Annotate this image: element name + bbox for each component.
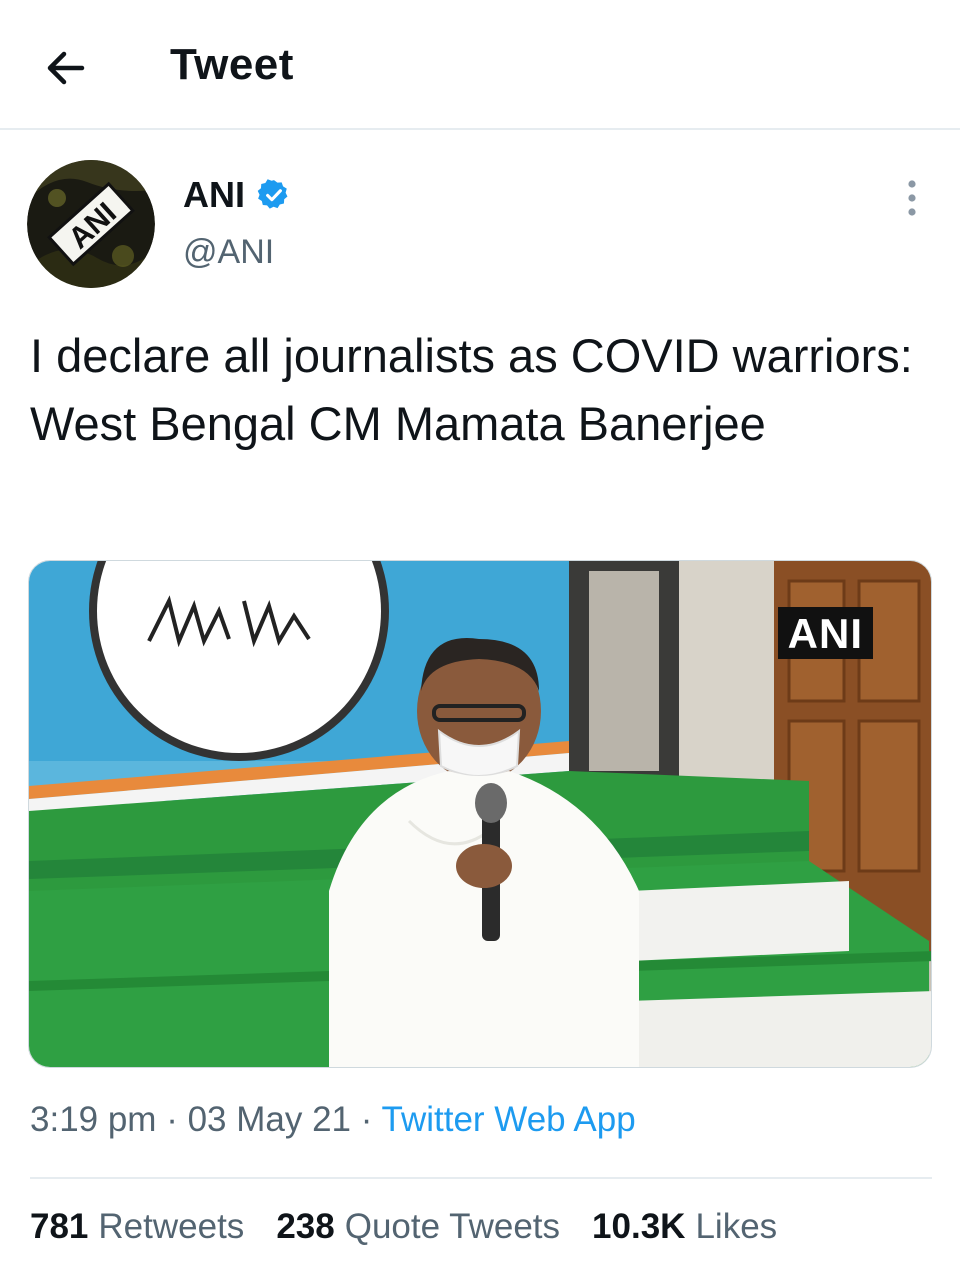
media-watermark: ANI — [777, 607, 873, 659]
more-vertical-icon — [908, 180, 916, 216]
verified-badge-icon — [257, 179, 288, 209]
tweet-text: I declare all journalists as COVID warri… — [30, 329, 913, 450]
likes-count: 10.3K — [592, 1207, 686, 1246]
avatar[interactable]: ANI — [27, 160, 155, 288]
author-handle[interactable]: @ANI — [183, 233, 274, 272]
quote-tweets-stat[interactable]: 238 Quote Tweets — [276, 1207, 560, 1247]
engagement-stats: 781 Retweets 238 Quote Tweets 10.3K Likes — [30, 1207, 809, 1247]
quote-tweets-label: Quote Tweets — [344, 1207, 561, 1246]
retweets-count: 781 — [30, 1207, 89, 1246]
likes-label: Likes — [695, 1207, 778, 1246]
back-button[interactable] — [30, 38, 100, 98]
ani-logo-image: ANI — [27, 160, 155, 288]
author-name: ANI — [183, 174, 245, 215]
meta-separator: · — [166, 1100, 188, 1139]
likes-stat[interactable]: 10.3K Likes — [592, 1207, 777, 1247]
quote-tweets-count: 238 — [276, 1207, 335, 1246]
tweet-source-link[interactable]: Twitter Web App — [382, 1100, 636, 1139]
tweet-timestamp-line: 3:19 pm · 03 May 21 · Twitter Web App — [30, 1100, 636, 1140]
arrow-left-icon — [47, 51, 85, 85]
tweet-date: 03 May 21 — [187, 1100, 352, 1139]
tweet-time: 3:19 pm — [30, 1100, 157, 1139]
meta-separator: · — [360, 1100, 382, 1139]
tweet-media-image[interactable]: ANI — [28, 560, 932, 1068]
more-options-button[interactable] — [890, 176, 934, 220]
top-app-bar: Tweet — [0, 0, 960, 130]
retweets-label: Retweets — [98, 1207, 245, 1246]
retweets-stat[interactable]: 781 Retweets — [30, 1207, 244, 1247]
divider — [30, 1177, 932, 1179]
page-title: Tweet — [170, 40, 294, 89]
tweet-detail-page: Tweet ANI ANI @ANI I declare all journal… — [0, 0, 960, 1280]
author-name-link[interactable]: ANI — [183, 172, 291, 218]
